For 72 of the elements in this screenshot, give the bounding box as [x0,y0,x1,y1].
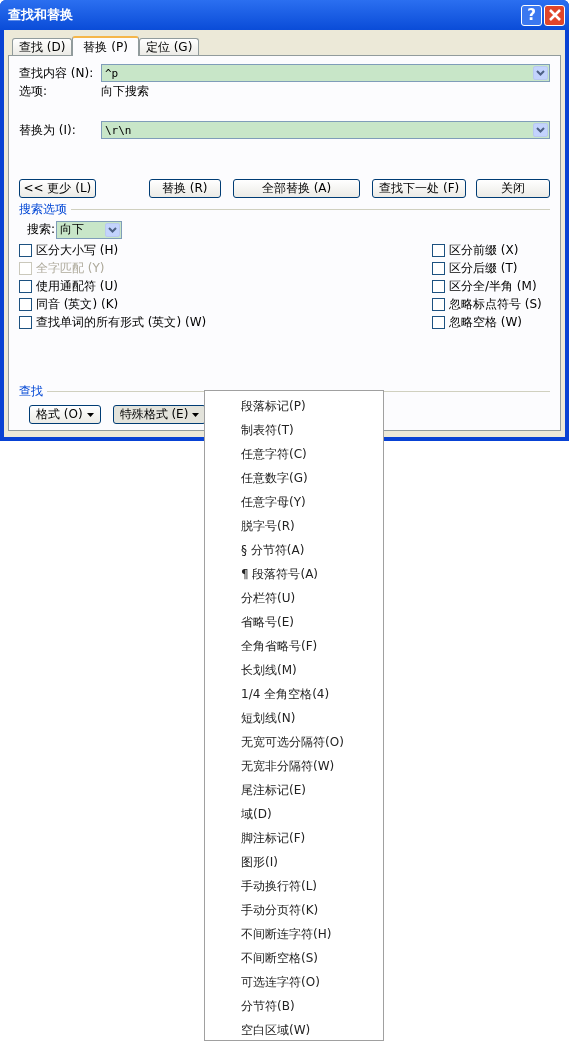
menu-item[interactable]: 手动换行符(L) [205,874,383,898]
tab[interactable]: 定位 (G) [138,38,200,55]
menu-item[interactable]: 图形(I) [205,850,383,874]
menu-item[interactable]: 任意字母(Y) [205,490,383,514]
menu-item[interactable]: 任意数字(G) [205,466,383,490]
tab[interactable]: 替换 (P) [72,36,139,56]
checkbox-label: 区分后缀 (T) [449,259,518,277]
dialog-button[interactable]: 查找下一处 (F) [372,179,467,198]
menu-item[interactable]: 不间断连字符(H) [205,922,383,946]
dialog-button[interactable]: 关闭 [476,179,550,198]
checkbox-label: 全字匹配 (Y) [36,259,105,277]
checkbox[interactable] [432,279,445,293]
caret-icon [86,412,94,417]
checkbox-label: 忽略标点符号 (S) [449,295,542,313]
menu-item[interactable]: 手动分页符(K) [205,898,383,922]
menu-item[interactable]: 段落标记(P) [205,394,383,418]
search-label: 搜索: [27,221,56,238]
checkbox[interactable] [19,315,32,329]
checkbox[interactable] [432,297,445,311]
checkbox[interactable] [432,261,445,275]
find-combo[interactable]: ^p [101,64,550,82]
menu-item[interactable]: 短划线(N) [205,706,383,730]
menu-item[interactable]: 任意字符(C) [205,442,383,466]
menu-item[interactable]: 分节符(B) [205,994,383,1018]
field-label: 查找内容 (N): [19,64,95,82]
menu-item[interactable]: 脱字号(R) [205,514,383,538]
checkbox-label: 使用通配符 (U) [36,277,118,295]
checkbox[interactable] [432,243,445,257]
checkbox-label: 区分前缀 (X) [449,241,519,259]
dialog-button[interactable]: << 更少 (L) [19,179,96,198]
direction-combo[interactable]: 向下 [56,220,123,239]
section-title: 查找 [19,383,43,400]
checkbox[interactable] [432,315,445,329]
section-title: 搜索选项 [19,201,67,218]
checkbox-label: 忽略空格 (W) [449,313,523,331]
checkbox-label: 同音 (英文) (K) [36,295,119,313]
checkbox[interactable] [19,243,32,257]
tab[interactable]: 查找 (D) [12,38,73,55]
menu-item[interactable]: 脚注标记(F) [205,826,383,850]
caret-icon [192,412,200,417]
menu-item[interactable]: 空白区域(W) [205,1018,383,1042]
dialog-button[interactable]: 替换 (R) [148,179,221,198]
dropdown-button[interactable]: 格式 (O) [29,405,101,424]
close-icon [547,8,562,22]
window-title: 查找和替换 [8,6,74,24]
menu-item[interactable]: 制表符(T) [205,418,383,442]
menu-item[interactable]: § 分节符(A) [205,538,383,562]
menu-item[interactable]: 无宽非分隔符(W) [205,754,383,778]
field-label: 替换为 (I): [19,121,77,139]
menu-item[interactable]: 尾注标记(E) [205,778,383,802]
menu-item[interactable]: 省略号(E) [205,610,383,634]
checkbox-label: 区分大小写 (H) [36,241,119,259]
dropdown-button[interactable]: 特殊格式 (E) [112,405,207,424]
checkbox[interactable] [19,279,32,293]
close-button[interactable] [544,4,565,26]
options-value: 向下搜索 [101,82,149,100]
menu-item[interactable]: 不间断空格(S) [205,946,383,970]
dialog-button[interactable]: 全部替换 (A) [232,179,361,198]
checkbox-label: 查找单词的所有形式 (英文) (W) [36,313,207,331]
replace-combo[interactable]: \r\n [101,121,550,139]
menu-item[interactable]: 可选连字符(O) [205,970,383,994]
menu-item[interactable]: 长划线(M) [205,658,383,682]
help-button[interactable]: ? [521,4,542,26]
checkbox[interactable] [19,297,32,311]
menu-item[interactable]: 分栏符(U) [205,586,383,610]
checkbox-label: 区分全/半角 (M) [449,277,537,295]
options-label: 选项: [19,82,49,100]
menu-item[interactable]: 域(D) [205,802,383,826]
menu-item[interactable]: ¶ 段落符号(A) [205,562,383,586]
menu-item[interactable]: 无宽可选分隔符(O) [205,730,383,754]
menu-item[interactable]: 全角省略号(F) [205,634,383,658]
menu-item[interactable]: 1/4 全角空格(4) [205,682,383,706]
